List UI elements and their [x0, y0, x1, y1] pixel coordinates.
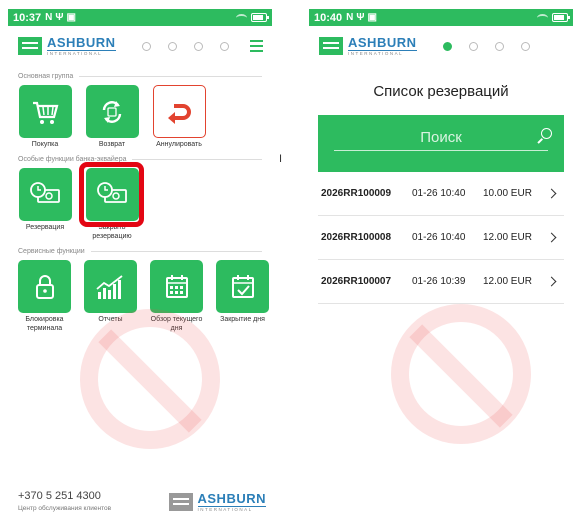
tile-reports[interactable]: Отчеты — [84, 260, 137, 333]
chevron-right-icon[interactable] — [546, 188, 557, 199]
logo-mark-icon — [168, 492, 193, 511]
status-bar: 10:37 N Ψ ▣ — [8, 9, 272, 26]
tile-reservation[interactable]: Резервация — [18, 168, 72, 241]
usb-icon: Ψ — [55, 12, 64, 23]
search-bar[interactable]: Поиск — [318, 115, 564, 172]
status-time: 10:40 — [314, 11, 343, 24]
section-title-service: Сервисные функции — [18, 248, 262, 255]
usb-icon: Ψ — [356, 12, 365, 23]
nfc-icon: N — [346, 12, 354, 23]
chevron-right-icon[interactable] — [546, 276, 557, 287]
reservation-date: 01-26 10:40 — [412, 232, 466, 243]
page-dot[interactable] — [494, 41, 504, 51]
page-dot[interactable] — [468, 41, 478, 51]
reservation-list: 2026RR100009 01-26 10:40 10.00 EUR 2026R… — [318, 172, 564, 304]
calendar-check-icon — [231, 274, 254, 298]
lock-icon — [35, 274, 54, 299]
logo-mark-icon — [18, 37, 42, 55]
page-dot[interactable] — [219, 41, 229, 51]
tile-cancel[interactable]: Аннулировать — [152, 85, 206, 149]
section-title-main: Основная группа — [18, 73, 262, 80]
chevron-right-icon[interactable] — [546, 232, 557, 243]
tile-label: Аннулировать — [156, 141, 202, 148]
cart-icon — [33, 101, 59, 124]
app-header: ASHBURN INTERNATIONAL — [8, 26, 272, 66]
table-row[interactable]: 2026RR100009 01-26 10:40 10.00 EUR — [318, 172, 564, 216]
refresh-icon — [102, 100, 122, 123]
text-cursor-icon: I — [279, 153, 283, 165]
logo-name: ASHBURN — [348, 34, 417, 50]
reservation-id: 2026RR100009 — [321, 188, 392, 199]
tile-lock-terminal[interactable]: Блокировка терминала — [18, 260, 71, 333]
chart-icon — [95, 274, 123, 299]
battery-icon — [251, 13, 269, 22]
footer-logo: ASHBURN INTERNATIONAL — [168, 490, 266, 513]
tile-close-reservation[interactable]: Закрыть резервацию — [79, 162, 144, 241]
tile-label: Закрытие дня — [220, 316, 265, 324]
wifi-icon — [236, 13, 247, 22]
support-caption: Центр обслуживания клиентов — [18, 505, 112, 512]
app-header: ASHBURN INTERNATIONAL — [309, 26, 573, 66]
logo-subtitle: INTERNATIONAL — [197, 505, 266, 513]
page-indicator — [141, 41, 229, 51]
tile-label: Возврат — [98, 141, 126, 148]
disabled-watermark-icon — [391, 304, 531, 444]
page-dot[interactable] — [141, 41, 151, 51]
page-title: Список резерваций — [373, 83, 509, 100]
highlight-frame — [79, 162, 144, 228]
undo-icon — [168, 103, 191, 124]
hamburger-menu-icon[interactable] — [250, 40, 263, 52]
reservation-amount: 12.00 EUR — [483, 276, 532, 287]
table-row[interactable]: 2026RR100007 01-26 10:39 12.00 EUR — [318, 260, 564, 304]
reservation-amount: 12.00 EUR — [483, 232, 532, 243]
footer: +370 5 251 4300 Центр обслуживания клиен… — [18, 490, 266, 512]
logo-mark-icon — [319, 37, 343, 55]
status-bar: 10:40 N Ψ ▣ — [309, 9, 573, 26]
page-indicator — [442, 41, 530, 51]
status-time: 10:37 — [13, 11, 42, 24]
page-dot-active[interactable] — [442, 41, 452, 51]
image-icon: ▣ — [367, 12, 377, 23]
tile-label: Отчеты — [98, 316, 123, 324]
wifi-icon — [537, 13, 548, 22]
search-underline — [334, 150, 548, 151]
nfc-icon: N — [45, 12, 53, 23]
tile-day-overview[interactable]: Обзор текущего дня — [150, 260, 203, 333]
ashburn-logo: ASHBURN INTERNATIONAL — [319, 36, 417, 57]
tile-purchase[interactable]: Покупка — [18, 85, 72, 149]
support-phone[interactable]: +370 5 251 4300 — [18, 490, 111, 502]
page-dot[interactable] — [193, 41, 203, 51]
battery-icon — [552, 13, 570, 22]
reservation-list-screen: 10:40 N Ψ ▣ ASHBURN INTERNATIONAL Список… — [309, 9, 573, 518]
tiles-acquirer: Резервация Закрыть резервацию — [8, 162, 272, 241]
tiles-main: Покупка Возврат Аннулировать — [8, 85, 272, 149]
reservation-date: 01-26 10:40 — [412, 188, 466, 199]
tile-day-close[interactable]: Закрытие дня — [216, 260, 269, 333]
reservation-id: 2026RR100008 — [321, 232, 392, 243]
tile-label: Покупка — [31, 141, 59, 148]
page-dot[interactable] — [520, 41, 530, 51]
logo-subtitle: INTERNATIONAL — [348, 49, 417, 57]
money-clock-icon — [30, 181, 60, 203]
logo-name: ASHBURN — [197, 490, 266, 506]
search-icon[interactable] — [541, 128, 552, 139]
tile-label: Обзор текущего дня — [150, 316, 203, 332]
main-menu-screen: 10:37 N Ψ ▣ ASHBURN INTERNATIONAL Основн… — [8, 9, 272, 518]
reservation-id: 2026RR100007 — [321, 276, 392, 287]
reservation-amount: 10.00 EUR — [483, 188, 532, 199]
page-dot[interactable] — [167, 41, 177, 51]
logo-name: ASHBURN — [47, 34, 116, 50]
image-icon: ▣ — [66, 12, 76, 23]
tiles-service: Блокировка терминала Отчеты Обзор текуще… — [8, 260, 272, 333]
calendar-icon — [165, 274, 188, 298]
ashburn-logo: ASHBURN INTERNATIONAL — [18, 36, 116, 57]
tile-label: Блокировка терминала — [25, 316, 64, 332]
table-row[interactable]: 2026RR100008 01-26 10:40 12.00 EUR — [318, 216, 564, 260]
logo-subtitle: INTERNATIONAL — [47, 49, 116, 57]
tile-refund[interactable]: Возврат — [85, 85, 139, 149]
reservation-date: 01-26 10:39 — [412, 276, 466, 287]
tile-label: Резервация — [25, 224, 65, 232]
search-input[interactable]: Поиск — [318, 129, 564, 146]
